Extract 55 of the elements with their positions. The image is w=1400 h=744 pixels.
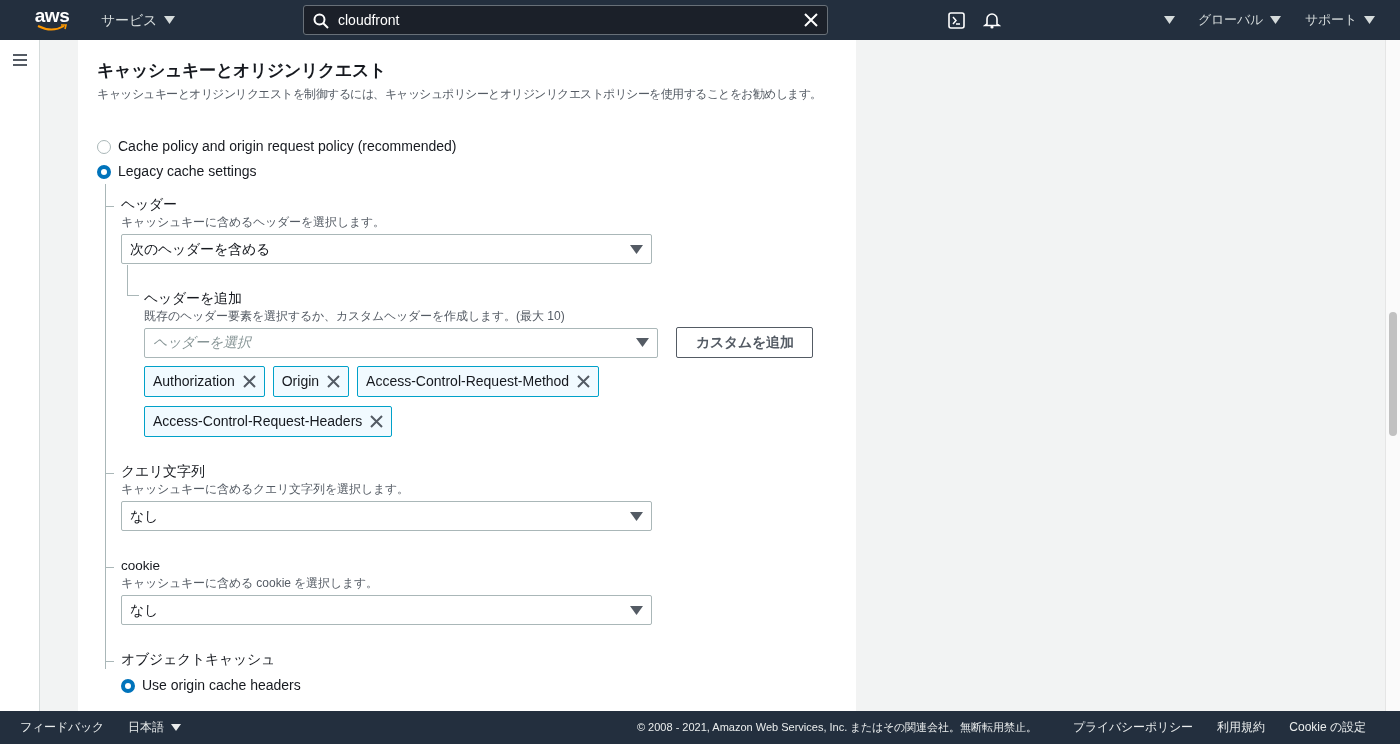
- search-icon: [313, 13, 329, 29]
- footer-link[interactable]: Cookie の設定: [1289, 719, 1366, 736]
- remove-icon[interactable]: [327, 375, 341, 388]
- field-description: キャッシュキーに含める cookie を選択します。: [121, 575, 380, 591]
- remove-icon[interactable]: [242, 375, 256, 388]
- radio-option[interactable]: Use origin cache headers: [121, 673, 856, 698]
- caret-icon: [1270, 16, 1281, 24]
- select-field[interactable]: なし: [121, 595, 652, 625]
- header-tag: Access-Control-Request-Method: [357, 366, 600, 397]
- header-tag: Access-Control-Request-Headers: [144, 406, 393, 437]
- caret-icon: [164, 16, 175, 24]
- caret-icon: [171, 724, 181, 731]
- aws-logo[interactable]: aws: [36, 8, 68, 32]
- dropdown-caret-icon: [630, 511, 643, 521]
- feedback-link[interactable]: フィードバック: [20, 719, 104, 736]
- select-field[interactable]: 次のヘッダーを含める: [121, 234, 652, 264]
- remove-icon[interactable]: [370, 415, 384, 428]
- language-menu[interactable]: 日本語: [128, 719, 181, 736]
- field-description: キャッシュキーに含めるヘッダーを選択します。: [121, 214, 386, 230]
- radio-option[interactable]: Cache policy and origin request policy (recommended): [97, 134, 856, 159]
- field-description: 既存のヘッダー要素を選択するか、カスタムヘッダーを作成します。(最大 10): [144, 308, 566, 324]
- field-label: オブジェクトキャッシュ: [121, 651, 276, 669]
- field-label: クエリ文字列: [121, 463, 206, 481]
- dropdown-caret-icon: [636, 338, 649, 347]
- bell-icon[interactable]: [983, 11, 1001, 29]
- section-description: キャッシュキーとオリジンリクエストを制御するには、キャッシュポリシーとオリジンリクエストポリシーを使用することをお勧めします。: [97, 86, 823, 102]
- field-label: ヘッダー: [121, 196, 178, 214]
- tree-line: [127, 265, 139, 296]
- region-menu[interactable]: グローバル: [1198, 10, 1281, 30]
- remove-icon[interactable]: [577, 375, 591, 388]
- search-field[interactable]: cloudfront: [303, 5, 828, 35]
- close-icon[interactable]: [804, 13, 818, 27]
- select-field[interactable]: なし: [121, 501, 652, 531]
- radio-button[interactable]: [97, 139, 111, 154]
- terminal-icon[interactable]: [948, 11, 965, 29]
- field-label: cookie: [121, 557, 162, 575]
- footer-link[interactable]: プライバシーポリシー: [1073, 719, 1194, 736]
- radio-option[interactable]: Legacy cache settings: [97, 159, 856, 184]
- header-tag: Origin: [272, 366, 350, 397]
- support-menu[interactable]: サポート: [1305, 10, 1375, 30]
- footer-link[interactable]: 利用規約: [1217, 719, 1266, 736]
- caret-icon: [1364, 16, 1375, 24]
- dropdown-caret-icon: [630, 605, 643, 615]
- add-custom-button[interactable]: カスタムを追加: [676, 327, 813, 358]
- services-menu[interactable]: サービス: [101, 9, 175, 31]
- copyright-text: © 2008 - 2021, Amazon Web Services, Inc. またはその関連会社。無断転用禁止。: [636, 720, 1038, 735]
- section-title: キャッシュキーとオリジンリクエスト: [97, 60, 387, 82]
- radio-button[interactable]: [97, 164, 111, 179]
- menu-icon[interactable]: [12, 54, 27, 66]
- field-label: ヘッダーを追加: [144, 290, 243, 308]
- account-caret-icon[interactable]: [1164, 16, 1175, 24]
- dropdown-caret-icon: [630, 244, 643, 254]
- radio-button[interactable]: [121, 678, 135, 693]
- field-description: キャッシュキーに含めるクエリ文字列を選択します。: [121, 481, 410, 497]
- header-tag: Authorization: [144, 366, 265, 397]
